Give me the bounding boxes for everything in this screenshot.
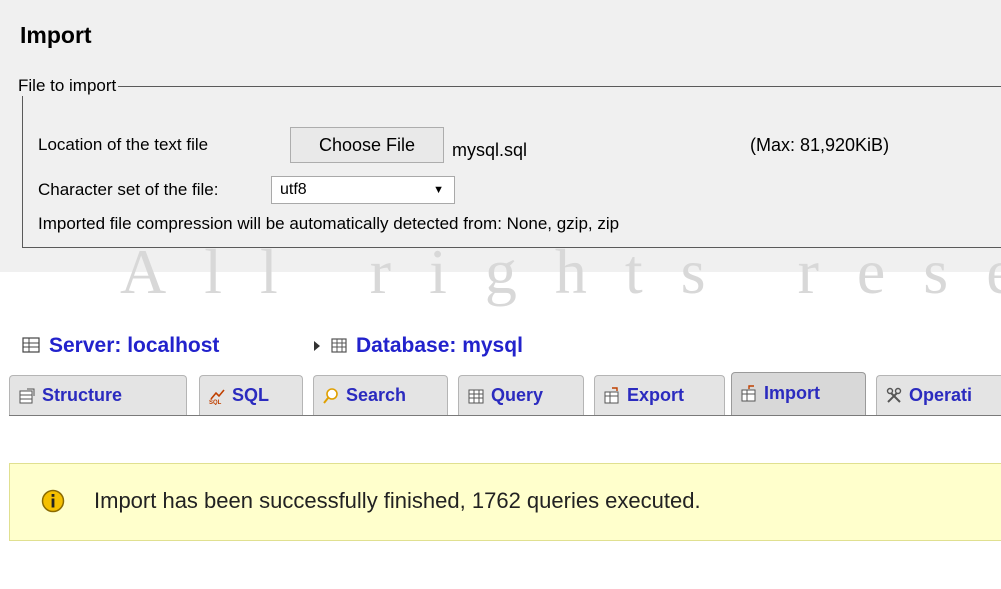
import-icon	[741, 385, 756, 402]
tab-label: Search	[346, 385, 407, 405]
info-icon	[41, 489, 65, 513]
tab-structure[interactable]: Structure	[9, 375, 187, 415]
tab-label: Structure	[42, 385, 123, 405]
success-message-text: Import has been successfully finished, 1…	[94, 488, 701, 513]
query-icon	[468, 389, 484, 404]
tab-label: Query	[491, 385, 544, 405]
breadcrumb-database-link[interactable]: Database: mysql	[356, 334, 523, 358]
choose-file-button[interactable]: Choose File	[290, 127, 444, 163]
tab-label: Operati	[909, 385, 973, 405]
server-icon	[22, 337, 40, 353]
compression-note: Imported file compression will be automa…	[38, 214, 620, 233]
location-label: Location of the text file	[38, 135, 209, 154]
import-title: Import	[20, 22, 92, 48]
charset-label: Character set of the file:	[38, 180, 219, 199]
tab-label: Export	[627, 385, 685, 405]
tab-sql[interactable]: SQL SQL	[199, 375, 303, 415]
tab-import[interactable]: Import	[731, 372, 866, 416]
tab-search[interactable]: Search	[313, 375, 448, 415]
breadcrumb-arrow-icon	[314, 341, 320, 351]
charset-select[interactable]: utf8 ▼	[271, 176, 455, 204]
operations-icon	[886, 387, 902, 403]
chevron-down-icon: ▼	[433, 184, 444, 196]
watermark-text: All rights reserved	[120, 240, 1001, 307]
fieldset-legend: File to import	[16, 76, 119, 96]
export-icon	[604, 387, 619, 404]
search-icon	[323, 388, 338, 404]
breadcrumb-server-link[interactable]: Server: localhost	[49, 334, 219, 358]
database-icon	[331, 338, 347, 353]
tab-label: SQL	[232, 385, 270, 405]
tab-label: Import	[764, 383, 820, 403]
tab-query[interactable]: Query	[458, 375, 584, 415]
tab-operations[interactable]: Operati	[876, 375, 1001, 415]
structure-icon	[19, 388, 35, 404]
max-size-note: (Max: 81,920KiB)	[750, 135, 890, 155]
tabs-baseline	[9, 415, 1001, 416]
sql-icon: SQL	[209, 389, 225, 405]
svg-text:SQL: SQL	[209, 400, 222, 405]
success-notice: Import has been successfully finished, 1…	[9, 463, 1001, 541]
tab-export[interactable]: Export	[594, 375, 725, 415]
charset-value: utf8	[280, 181, 307, 198]
selected-file-name: mysql.sql	[452, 140, 528, 160]
